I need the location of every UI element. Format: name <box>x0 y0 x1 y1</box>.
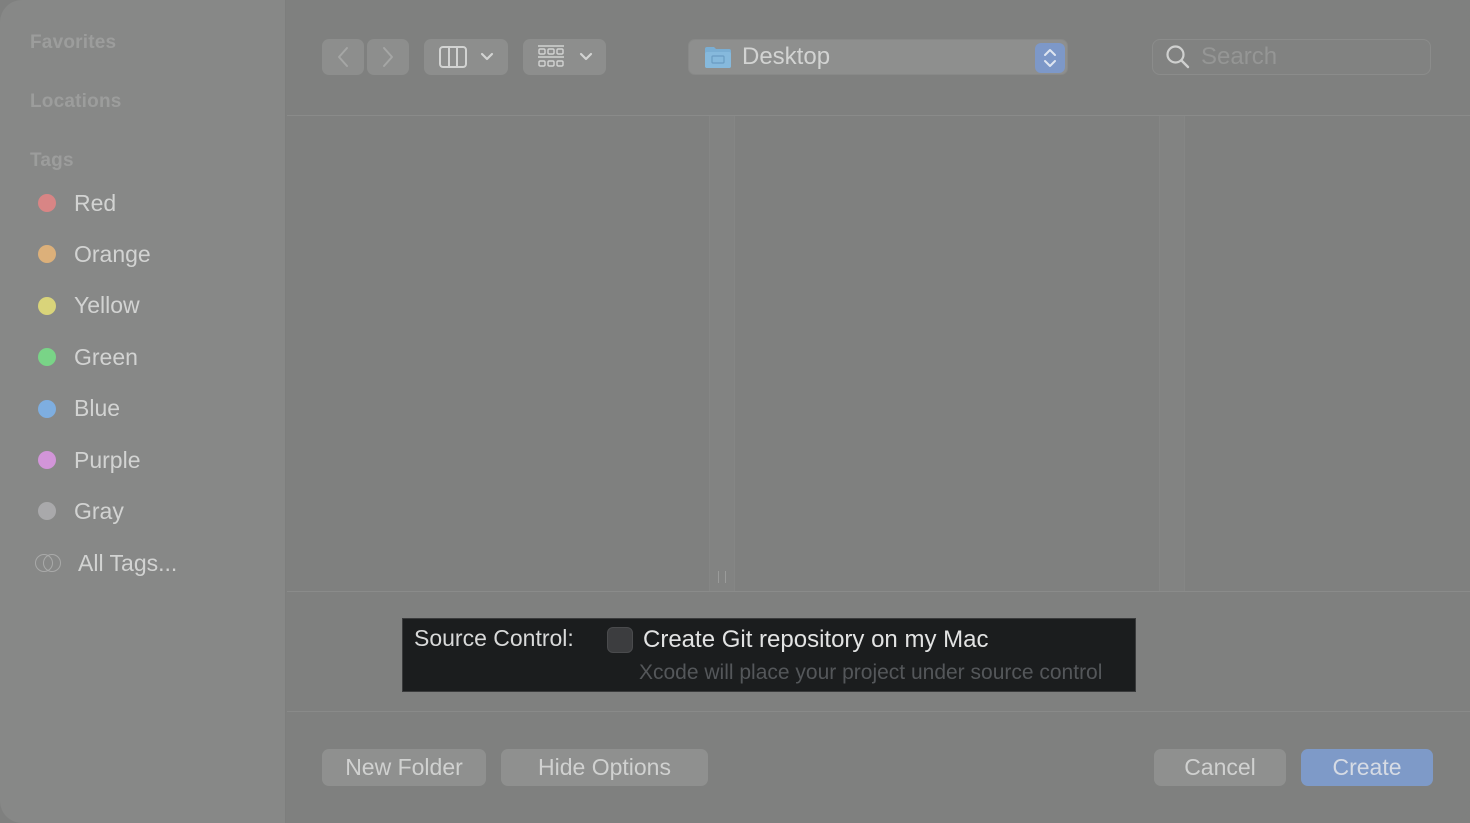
hide-options-button[interactable]: Hide Options <box>501 749 708 786</box>
sidebar-item-label: Gray <box>74 497 124 524</box>
sidebar-item-tag-purple[interactable]: Purple <box>30 442 270 478</box>
sidebar-item-label: Yellow <box>74 292 140 319</box>
chevron-down-icon <box>480 52 494 61</box>
tag-color-dot-icon <box>38 296 56 315</box>
column-divider[interactable] <box>709 116 735 591</box>
sidebar-item-label: Purple <box>74 446 141 473</box>
sidebar-section-tags[interactable]: Tags <box>30 150 74 172</box>
search-icon <box>1166 45 1190 69</box>
cancel-button[interactable]: Cancel <box>1154 749 1286 786</box>
create-git-repo-label[interactable]: Create Git repository on my Mac <box>643 626 988 654</box>
sidebar-item-tag-gray[interactable]: Gray <box>30 493 270 529</box>
location-popup[interactable]: Desktop <box>688 39 1068 75</box>
location-label: Desktop <box>742 43 831 70</box>
column-resize-handle[interactable] <box>718 571 726 583</box>
columns-view-icon <box>439 46 467 68</box>
tag-color-dot-icon <box>38 348 56 367</box>
forward-button[interactable] <box>367 39 409 75</box>
source-control-hint: Xcode will place your project under sour… <box>639 661 1103 684</box>
tag-color-dot-icon <box>38 502 56 521</box>
search-input[interactable] <box>1201 43 1421 71</box>
sidebar-item-label: All Tags... <box>78 549 178 576</box>
sidebar-item-label: Orange <box>74 240 151 267</box>
sidebar-item-all-tags[interactable]: All Tags... <box>30 545 270 581</box>
sidebar: Favorites Locations Tags Red Orange Yellow… <box>0 0 286 823</box>
back-button[interactable] <box>322 39 364 75</box>
sidebar-item-tag-red[interactable]: Red <box>30 185 270 221</box>
search-field[interactable] <box>1152 39 1431 75</box>
group-button[interactable] <box>523 39 606 75</box>
source-control-label: Source Control: <box>414 625 574 651</box>
create-git-repo-checkbox[interactable] <box>607 627 633 653</box>
chevron-left-icon <box>338 47 348 67</box>
desktop-folder-icon <box>705 47 731 68</box>
create-button[interactable]: Create <box>1301 749 1433 786</box>
file-browser[interactable] <box>287 115 1470 592</box>
sidebar-section-locations[interactable]: Locations <box>30 91 122 113</box>
tag-color-dot-icon <box>38 399 56 418</box>
tag-color-dot-icon <box>38 194 56 212</box>
sidebar-item-tag-yellow[interactable]: Yellow <box>30 288 270 324</box>
chevron-right-icon <box>383 47 393 67</box>
all-tags-icon <box>35 554 61 572</box>
grid-group-icon <box>537 45 564 67</box>
sidebar-item-label: Blue <box>74 395 121 422</box>
chevron-down-icon <box>579 52 592 61</box>
sidebar-item-tag-orange[interactable]: Orange <box>30 236 270 272</box>
sidebar-item-tag-blue[interactable]: Blue <box>30 391 270 427</box>
sidebar-item-label: Red <box>74 189 117 216</box>
column-divider[interactable] <box>1159 116 1185 591</box>
divider <box>287 711 1470 712</box>
tag-color-dot-icon <box>38 245 56 264</box>
up-down-chevron-icon <box>1044 49 1056 67</box>
save-dialog: Favorites Locations Tags Red Orange Yellow… <box>0 0 1470 823</box>
sidebar-section-favorites[interactable]: Favorites <box>30 32 116 54</box>
sidebar-item-tag-green[interactable]: Green <box>30 339 270 375</box>
source-control-options: Source Control: Create Git repository on… <box>402 618 1136 692</box>
new-folder-button[interactable]: New Folder <box>322 749 486 786</box>
view-mode-button[interactable] <box>424 39 508 75</box>
sidebar-item-label: Green <box>74 343 138 370</box>
tag-color-dot-icon <box>38 451 56 469</box>
location-stepper[interactable] <box>1035 43 1065 73</box>
